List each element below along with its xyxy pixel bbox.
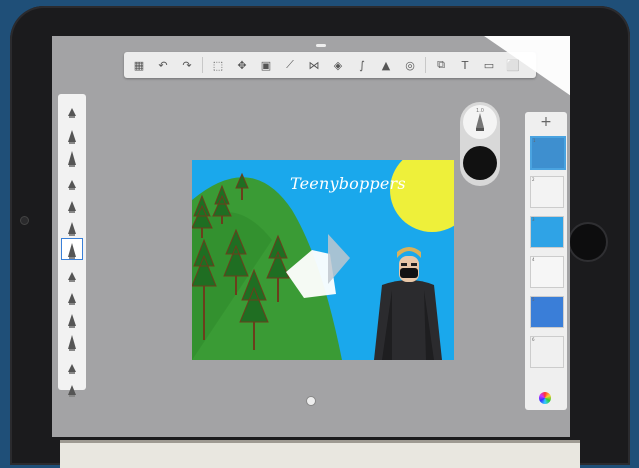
image-icon[interactable]: ▲ xyxy=(377,56,395,74)
ruler-icon[interactable]: ⟋ xyxy=(281,56,299,74)
brush-tool-icon[interactable] xyxy=(62,147,82,167)
camera-icon xyxy=(20,216,29,225)
layer-thumbnail[interactable]: 5 xyxy=(530,296,564,328)
brush-tool-icon[interactable] xyxy=(62,98,82,118)
select-icon[interactable]: ⬚ xyxy=(209,56,227,74)
brush-tool-icon[interactable] xyxy=(62,216,82,236)
canvas-dot-icon[interactable] xyxy=(306,396,316,406)
home-button[interactable] xyxy=(568,222,608,262)
layer-thumbnail[interactable]: 4 xyxy=(530,256,564,288)
layer-number: 6 xyxy=(532,337,535,342)
perspective-icon[interactable]: ◎ xyxy=(401,56,419,74)
redo-icon[interactable]: ↷ xyxy=(178,56,196,74)
brush-tool-icon[interactable] xyxy=(61,238,83,260)
transform-icon[interactable]: ✥ xyxy=(233,56,251,74)
fill-icon[interactable]: ◈ xyxy=(329,56,347,74)
brush-tool-icon[interactable] xyxy=(62,285,82,305)
layer-thumbnail[interactable]: 1 xyxy=(530,136,566,170)
gallery-icon[interactable]: ▦ xyxy=(130,56,148,74)
tablet-stand xyxy=(60,440,580,468)
brush-size-puck[interactable]: 1.0 xyxy=(463,105,497,139)
brush-size-label: 1.0 xyxy=(476,108,484,114)
character-figure xyxy=(374,247,442,360)
brush-palette xyxy=(58,94,86,397)
artwork-canvas[interactable]: Teenyboppers xyxy=(192,160,454,360)
artwork-title: Teenyboppers xyxy=(290,174,406,193)
app-screen: ▦ ↶ ↷ ⬚ ✥ ▣ ⟋ ⋈ ◈ ∫ ▲ ◎ ⧉ T ▭ ⬜ 1.0 + 123456 xyxy=(52,36,570,437)
copy-icon[interactable]: ⧉ xyxy=(432,56,450,74)
add-layer-button[interactable]: + xyxy=(525,114,567,130)
layer-thumbnail[interactable]: 3 xyxy=(530,216,564,248)
layer-number: 5 xyxy=(532,297,535,302)
curve-icon[interactable]: ∫ xyxy=(353,56,371,74)
toolbar-handle[interactable] xyxy=(316,44,326,47)
brush-tool-icon[interactable] xyxy=(62,331,82,351)
layer-number: 4 xyxy=(532,257,535,262)
brush-tool-icon[interactable] xyxy=(62,262,82,282)
undo-icon[interactable]: ↶ xyxy=(154,56,172,74)
color-wheel-icon[interactable] xyxy=(539,392,551,404)
layer-number: 3 xyxy=(532,217,535,222)
current-color-swatch[interactable] xyxy=(463,146,497,180)
brush-tip-icon xyxy=(476,113,484,131)
layer-thumbnail[interactable]: 2 xyxy=(530,176,564,208)
layer-number: 2 xyxy=(532,177,535,182)
brush-tool-icon[interactable] xyxy=(62,193,82,213)
layer-number: 1 xyxy=(533,138,536,143)
symmetry-icon[interactable]: ⋈ xyxy=(305,56,323,74)
brush-tool-icon[interactable] xyxy=(62,377,82,397)
brush-tool-icon[interactable] xyxy=(62,124,82,144)
color-puck[interactable]: 1.0 xyxy=(460,102,500,186)
toolbar-separator xyxy=(425,57,426,73)
play-overlay-icon xyxy=(328,234,350,284)
brush-tool-icon[interactable] xyxy=(62,170,82,190)
brush-tool-icon[interactable] xyxy=(62,354,82,374)
layer-thumbnail[interactable]: 6 xyxy=(530,336,564,368)
screen-glare xyxy=(452,36,570,97)
layers-icon[interactable]: ▣ xyxy=(257,56,275,74)
brush-tool-icon[interactable] xyxy=(62,308,82,328)
tablet-device: ▦ ↶ ↷ ⬚ ✥ ▣ ⟋ ⋈ ◈ ∫ ▲ ◎ ⧉ T ▭ ⬜ 1.0 + 123456 xyxy=(10,6,630,465)
sun-shape xyxy=(390,160,454,232)
toolbar-separator xyxy=(202,57,203,73)
layers-panel: + 1 2 3 4 5 6 xyxy=(525,112,567,410)
